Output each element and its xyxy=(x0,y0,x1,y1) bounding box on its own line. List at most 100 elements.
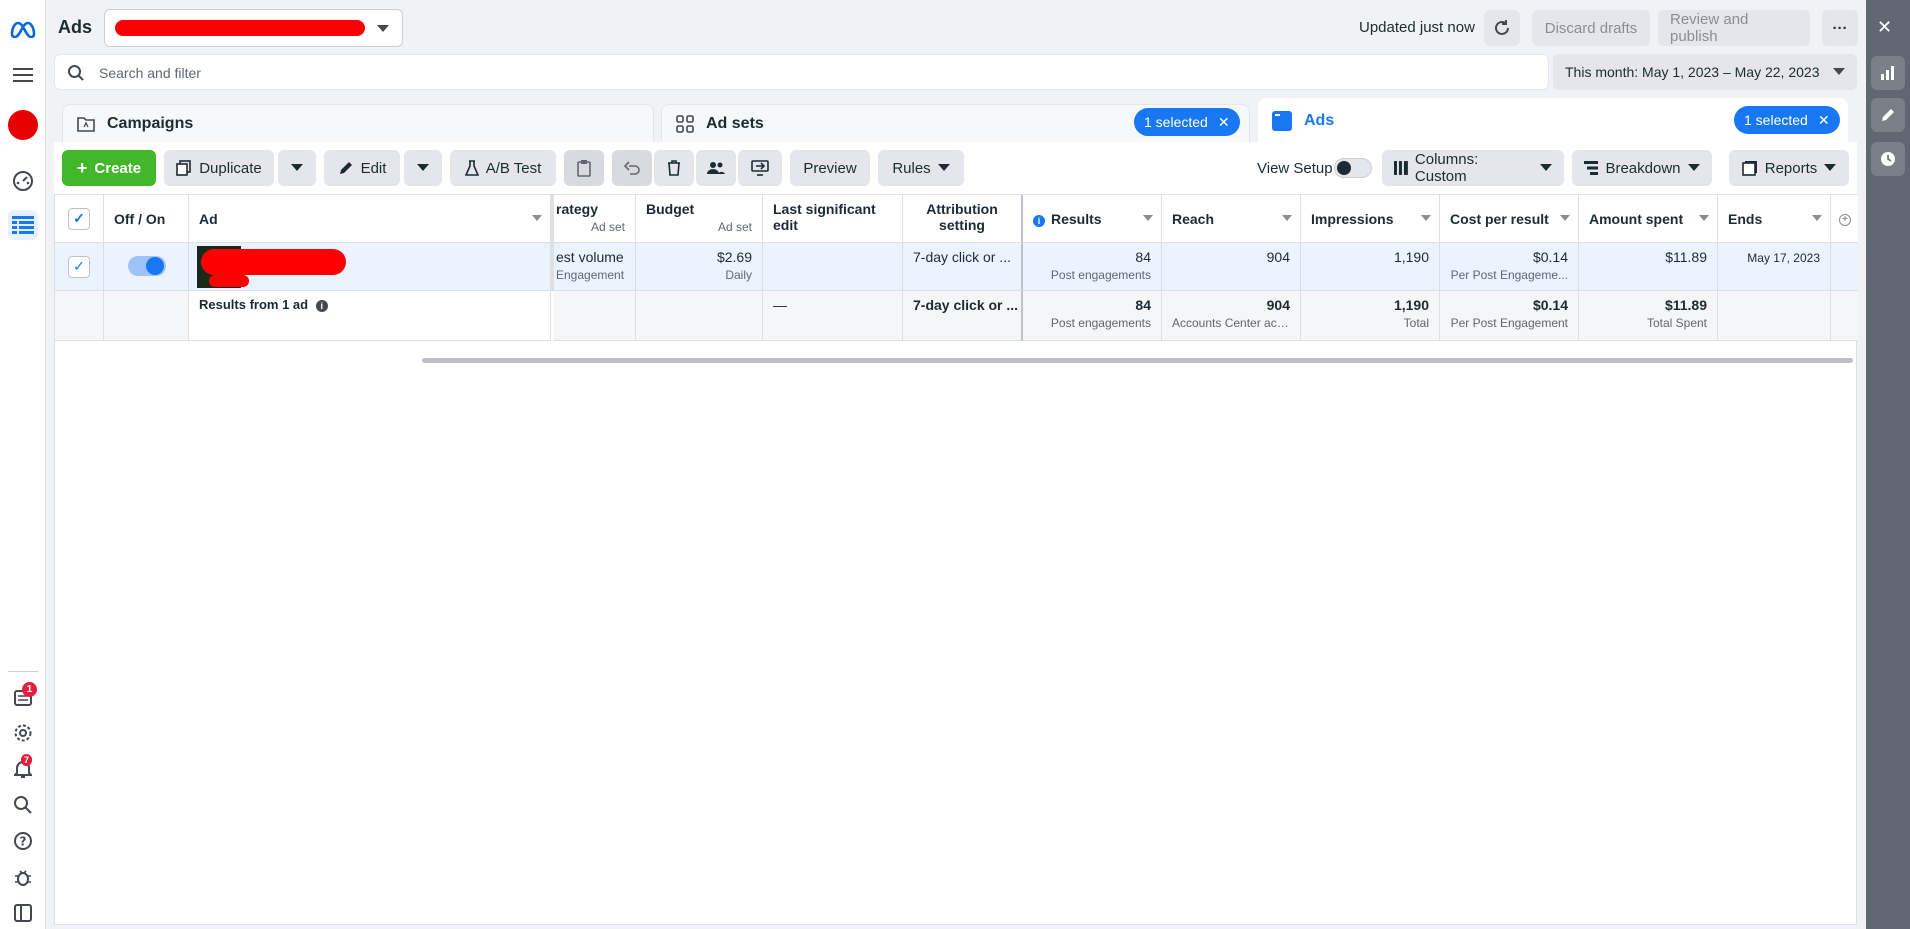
breakdown-label: Breakdown xyxy=(1605,159,1681,177)
col-header-cpr[interactable]: Cost per result xyxy=(1440,195,1579,243)
ads-manager-table-icon[interactable] xyxy=(8,210,38,240)
sort-caret-icon[interactable] xyxy=(1560,215,1570,221)
col-header-impressions-label: Impressions xyxy=(1311,211,1394,227)
more-options-button[interactable]: ··· xyxy=(1822,10,1858,46)
chevron-down-icon xyxy=(1833,68,1845,75)
undo-button[interactable] xyxy=(612,150,652,186)
date-range-label: This month: May 1, 2023 – May 22, 2023 xyxy=(1565,64,1820,80)
summary-reach: 904 xyxy=(1266,297,1290,313)
dashboard-icon[interactable] xyxy=(8,166,38,196)
rules-button[interactable]: Rules xyxy=(878,150,964,186)
discard-drafts-button[interactable]: Discard drafts xyxy=(1532,10,1650,46)
edit-button[interactable]: Edit xyxy=(324,150,400,186)
row-ad-cell[interactable] xyxy=(189,243,551,291)
col-header-spent[interactable]: Amount spent xyxy=(1579,195,1718,243)
select-all-checkbox-cell[interactable]: ✓ xyxy=(55,195,104,243)
row-toggle-cell[interactable] xyxy=(104,243,189,291)
search-bar[interactable]: Search and filter xyxy=(54,54,1549,90)
create-button[interactable]: + Create xyxy=(62,150,156,186)
columns-button[interactable]: Columns: Custom xyxy=(1382,150,1564,186)
add-column-button[interactable]: + xyxy=(1831,195,1858,243)
notifications-badge: 7 xyxy=(21,754,32,766)
row-checkbox-cell[interactable]: ✓ xyxy=(55,243,104,291)
help-icon[interactable]: ? xyxy=(8,826,38,856)
col-header-impressions[interactable]: Impressions xyxy=(1301,195,1440,243)
sort-caret-icon[interactable] xyxy=(532,215,542,221)
ab-test-label: A/B Test xyxy=(485,159,542,177)
ads-selected-pill[interactable]: 1 selected ✕ xyxy=(1734,106,1840,134)
date-range-picker[interactable]: This month: May 1, 2023 – May 22, 2023 xyxy=(1553,54,1857,90)
close-icon[interactable]: ✕ xyxy=(1877,17,1892,38)
preview-button[interactable]: Preview xyxy=(790,150,870,186)
clipboard-icon xyxy=(577,160,591,177)
clipboard-button[interactable] xyxy=(564,150,604,186)
close-icon[interactable]: ✕ xyxy=(1218,114,1230,131)
chevron-down-icon xyxy=(1687,164,1700,171)
search-icon[interactable] xyxy=(8,790,38,820)
edit-dropdown-button[interactable] xyxy=(404,150,442,186)
review-publish-button[interactable]: Review and publish xyxy=(1658,10,1810,46)
summary-cpr-sub: Per Post Engagement xyxy=(1450,316,1568,330)
sidebar-toggle-icon[interactable] xyxy=(8,898,38,928)
checkbox[interactable]: ✓ xyxy=(68,255,90,278)
ab-test-button[interactable]: A/B Test xyxy=(450,150,556,186)
checkbox[interactable]: ✓ xyxy=(68,207,90,230)
col-header-last-edit[interactable]: Last significant edit xyxy=(763,195,903,243)
row-results: 84 xyxy=(1135,249,1151,265)
ad-on-off-toggle[interactable] xyxy=(128,256,166,276)
bug-report-icon[interactable] xyxy=(8,862,38,892)
sort-caret-icon[interactable] xyxy=(1143,215,1153,221)
app-title: Ads xyxy=(58,17,93,37)
horizontal-scrollbar[interactable] xyxy=(422,358,1853,363)
sort-caret-icon[interactable] xyxy=(1699,215,1709,221)
people-icon xyxy=(707,162,725,174)
refresh-button[interactable] xyxy=(1484,10,1520,46)
summary-reach-cell: 904 Accounts Center acc... xyxy=(1162,291,1301,341)
meta-logo-icon[interactable] xyxy=(8,14,38,44)
col-header-reach[interactable]: Reach xyxy=(1162,195,1301,243)
col-header-results[interactable]: i Results xyxy=(1023,195,1162,243)
summary-blank-cell xyxy=(104,291,189,341)
sort-caret-icon[interactable] xyxy=(1421,215,1431,221)
info-icon[interactable]: i xyxy=(1033,215,1045,227)
search-icon xyxy=(67,64,85,82)
row-attribution-cell: 7-day click or ... xyxy=(903,243,1023,291)
audience-button[interactable] xyxy=(696,150,736,186)
col-header-attribution[interactable]: Attribution setting xyxy=(903,195,1023,243)
ad-account-selector[interactable] xyxy=(104,9,403,47)
sort-caret-icon[interactable] xyxy=(1282,215,1292,221)
row-budget-cell[interactable]: $2.69 Daily xyxy=(636,243,763,291)
summary-blank-cell xyxy=(1718,291,1831,341)
delete-button[interactable] xyxy=(654,150,694,186)
col-header-budget[interactable]: Budget Ad set xyxy=(636,195,763,243)
row-results-cell[interactable]: 84 Post engagements xyxy=(1023,243,1162,291)
col-header-results-label: Results xyxy=(1051,211,1102,227)
close-icon[interactable]: ✕ xyxy=(1818,112,1830,129)
edit-panel-button[interactable] xyxy=(1871,98,1905,132)
reports-button[interactable]: Reports xyxy=(1729,150,1849,186)
ads-selected-label: 1 selected xyxy=(1744,112,1808,128)
history-button[interactable] xyxy=(1871,142,1905,176)
col-header-ends[interactable]: Ends xyxy=(1718,195,1831,243)
col-header-strategy[interactable]: rategy Ad set xyxy=(554,195,636,243)
duplicate-button[interactable]: Duplicate xyxy=(164,150,274,186)
settings-gear-icon[interactable] xyxy=(8,718,38,748)
col-header-ad[interactable]: Ad xyxy=(189,195,551,243)
redacted-account-name xyxy=(115,20,365,36)
pencil-icon xyxy=(1882,109,1894,121)
account-avatar[interactable] xyxy=(8,110,38,140)
sort-caret-icon[interactable] xyxy=(1812,215,1822,221)
view-setup-toggle[interactable] xyxy=(1334,158,1372,178)
row-cpr: $0.14 xyxy=(1532,249,1568,265)
duplicate-dropdown-button[interactable] xyxy=(278,150,316,186)
tab-campaigns[interactable]: Campaigns xyxy=(62,104,654,144)
menu-icon[interactable] xyxy=(8,60,38,90)
col-header-offon[interactable]: Off / On xyxy=(104,195,189,243)
insights-chart-button[interactable] xyxy=(1871,56,1905,90)
plus-icon: + xyxy=(76,157,88,178)
info-icon[interactable]: i xyxy=(315,300,328,312)
clock-icon xyxy=(1881,152,1895,166)
export-button[interactable] xyxy=(738,150,782,186)
breakdown-button[interactable]: Breakdown xyxy=(1572,150,1712,186)
adsets-selected-pill[interactable]: 1 selected ✕ xyxy=(1134,108,1240,136)
